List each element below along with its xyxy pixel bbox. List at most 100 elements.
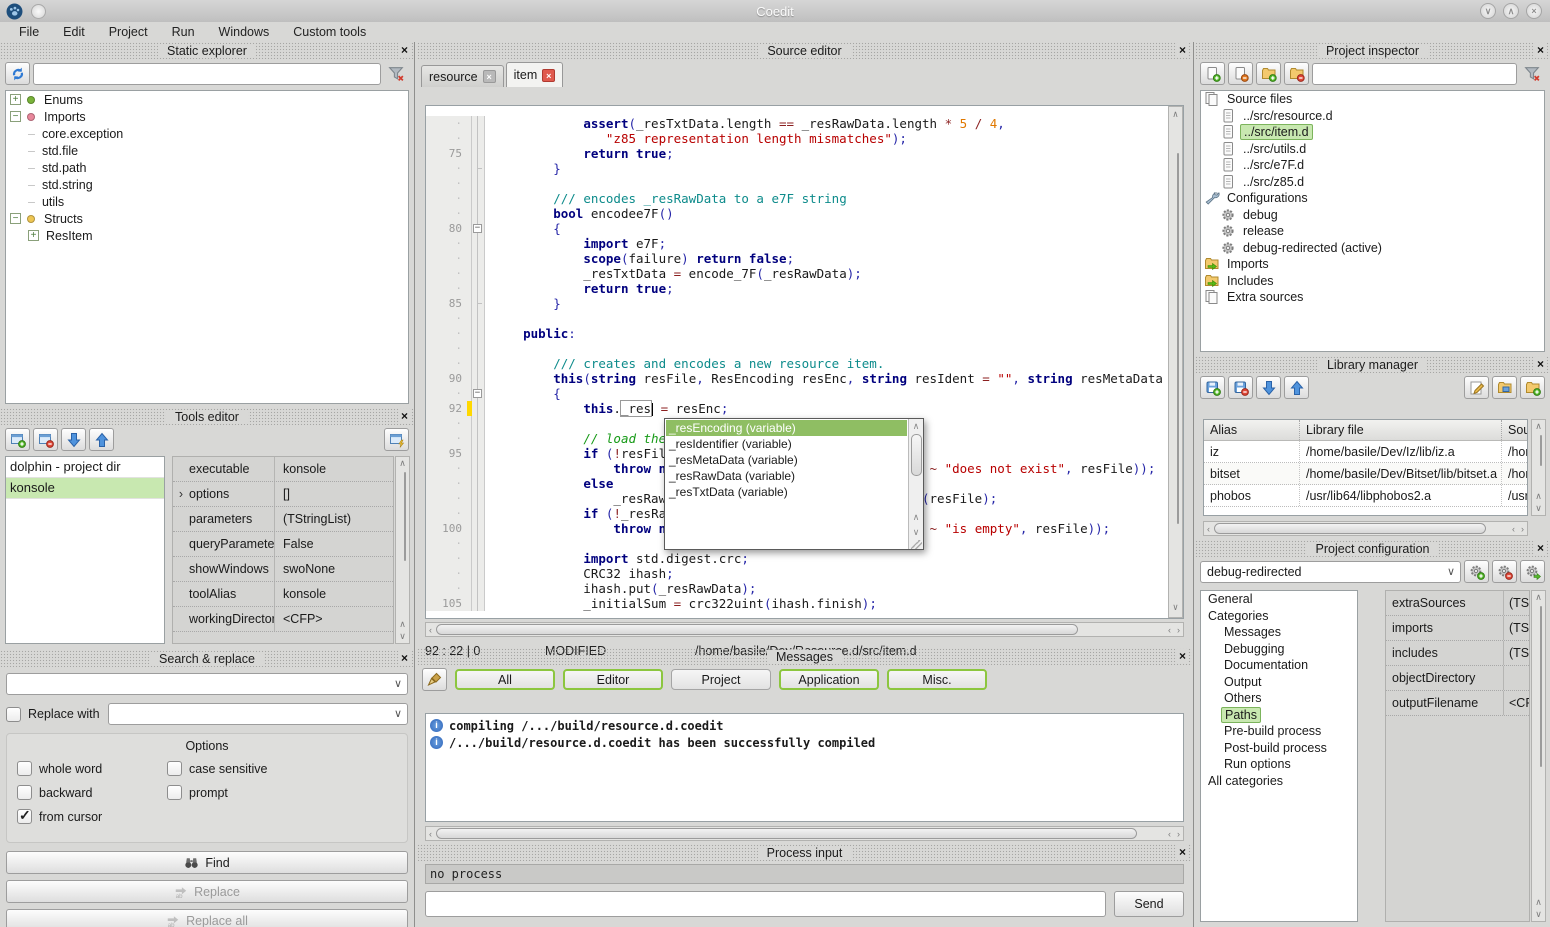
titlebar-extra-button[interactable] xyxy=(31,4,46,19)
send-button[interactable]: Send xyxy=(1114,891,1184,917)
symbol-tree-item-enums[interactable]: +Enums xyxy=(6,91,408,108)
filter-icon[interactable] xyxy=(384,62,409,85)
checkbox-prompt[interactable] xyxy=(167,785,182,800)
configuration-selector[interactable]: debug-redirected∨ xyxy=(1200,561,1461,583)
library-row-bitset[interactable]: bitset/home/basile/Dev/Bitset/lib/bitset… xyxy=(1204,463,1527,485)
fold-column[interactable] xyxy=(472,371,485,386)
add-folder-button[interactable] xyxy=(1256,62,1281,85)
fold-column[interactable] xyxy=(472,461,485,476)
fold-column[interactable] xyxy=(472,266,485,281)
remove-tool-button[interactable] xyxy=(33,428,58,451)
code-line[interactable]: 85 } xyxy=(426,296,1168,311)
config-category-run-options[interactable]: Run options xyxy=(1201,756,1357,773)
code-line[interactable]: · bool encodee7F() xyxy=(426,206,1168,221)
close-icon[interactable]: × xyxy=(1526,3,1542,19)
option-whole-word[interactable]: whole word xyxy=(17,761,167,776)
project-tree-item-src-z85-d[interactable]: ../src/z85.d xyxy=(1201,174,1544,191)
library-from-folder-button[interactable] xyxy=(1492,376,1517,399)
close-icon[interactable]: × xyxy=(399,43,410,57)
config-category-messages[interactable]: Messages xyxy=(1201,624,1357,641)
editor-vertical-scrollbar[interactable]: ∧∨ xyxy=(1168,106,1183,618)
menu-item-file[interactable]: File xyxy=(8,23,50,41)
fold-column[interactable] xyxy=(472,446,485,461)
property-row-parameters[interactable]: parameters(TStringList) xyxy=(173,507,393,532)
column-header-library-file[interactable]: Library file xyxy=(1300,420,1502,440)
tools-grid-scrollbar[interactable]: ∧∧∨ xyxy=(395,456,410,644)
move-up-icon[interactable] xyxy=(89,428,114,451)
config-category-categories[interactable]: Categories xyxy=(1201,608,1357,625)
property-value[interactable]: False xyxy=(275,537,393,551)
menu-item-project[interactable]: Project xyxy=(98,23,159,41)
maximize-icon[interactable]: ∧ xyxy=(1503,3,1519,19)
project-tree-item-debug[interactable]: debug xyxy=(1201,207,1544,224)
project-tree-item-configurations[interactable]: Configurations xyxy=(1201,190,1544,207)
messages-horizontal-scrollbar[interactable]: ‹‹› xyxy=(425,826,1184,841)
property-value[interactable]: <CFP> xyxy=(1504,696,1529,710)
add-folder-library-button[interactable] xyxy=(1520,376,1545,399)
fold-column[interactable] xyxy=(472,146,485,161)
minimize-icon[interactable]: ∨ xyxy=(1480,3,1496,19)
code-line[interactable]: · } xyxy=(426,161,1168,176)
completion-item-resencoding[interactable]: _resEncoding (variable) xyxy=(666,420,907,436)
option-prompt[interactable]: prompt xyxy=(167,785,397,800)
checkbox-backward[interactable] xyxy=(17,785,32,800)
code-line[interactable]: 92 this._res = resEnc; xyxy=(426,401,1168,416)
fold-column[interactable] xyxy=(472,416,485,431)
code-line[interactable]: · CRC32 ihash; xyxy=(426,566,1168,581)
message-item[interactable]: icompiling /.../build/resource.d.coedit xyxy=(430,717,1179,734)
code-line[interactable]: · "z85 representation length mismatches"… xyxy=(426,131,1168,146)
completion-item-residentifier[interactable]: _resIdentifier (variable) xyxy=(666,436,907,452)
fold-column[interactable] xyxy=(472,161,485,176)
property-value[interactable]: (TStringList) xyxy=(1504,621,1529,635)
symbol-tree-item-std-file[interactable]: –std.file xyxy=(6,142,408,159)
message-filter-all[interactable]: All xyxy=(455,669,555,690)
code-line[interactable]: · /// creates and encodes a new resource… xyxy=(426,356,1168,371)
remove-library-button[interactable] xyxy=(1228,376,1253,399)
fold-column[interactable]: − xyxy=(472,386,485,401)
property-value[interactable]: swoNone xyxy=(275,562,393,576)
fold-column[interactable] xyxy=(472,581,485,596)
property-row-showwindows[interactable]: showWindowsswoNone xyxy=(173,557,393,582)
checkbox-whole-word[interactable] xyxy=(17,761,32,776)
code-line[interactable]: · import std.digest.crc; xyxy=(426,551,1168,566)
fold-column[interactable] xyxy=(472,296,485,311)
column-header-sources[interactable]: Sources xyxy=(1502,420,1528,440)
completion-popup[interactable]: _resEncoding (variable)_resIdentifier (v… xyxy=(664,418,924,550)
code-line[interactable]: ·− { xyxy=(426,386,1168,401)
property-value[interactable]: [] xyxy=(275,487,393,501)
project-tree-item-source-files[interactable]: Source files xyxy=(1201,91,1544,108)
close-icon[interactable]: × xyxy=(1177,649,1188,663)
tab-resource[interactable]: resource× xyxy=(421,65,504,87)
move-up-icon[interactable] xyxy=(1284,376,1309,399)
replace-term-combobox[interactable]: ∨ xyxy=(108,703,408,725)
property-row-toolalias[interactable]: toolAliaskonsole xyxy=(173,582,393,607)
code-line[interactable]: · assert(_resTxtData.length == _resRawDa… xyxy=(426,116,1168,131)
fold-column[interactable] xyxy=(472,116,485,131)
option-case-sensitive[interactable]: case sensitive xyxy=(167,761,397,776)
expander-icon[interactable]: − xyxy=(10,111,21,122)
close-icon[interactable]: × xyxy=(399,409,410,423)
config-category-output[interactable]: Output xyxy=(1201,674,1357,691)
replace-button[interactable]: abReplace xyxy=(6,880,408,903)
config-category-post-build-process[interactable]: Post-build process xyxy=(1201,740,1357,757)
config-category-debugging[interactable]: Debugging xyxy=(1201,641,1357,658)
edit-library-button[interactable] xyxy=(1464,376,1489,399)
symbol-tree-item-std-path[interactable]: –std.path xyxy=(6,159,408,176)
tool-list-item-konsole[interactable]: konsole xyxy=(6,478,164,499)
tab-close-icon[interactable]: × xyxy=(483,70,496,83)
code-editor[interactable]: · assert(_resTxtData.length == _resRawDa… xyxy=(425,105,1184,619)
fold-column[interactable] xyxy=(472,251,485,266)
panel-splitter-right[interactable] xyxy=(1193,42,1194,927)
close-icon[interactable]: × xyxy=(1535,357,1546,371)
message-filter-application[interactable]: Application xyxy=(779,669,879,690)
project-tree-item-includes[interactable]: Includes xyxy=(1201,273,1544,290)
refresh-button[interactable] xyxy=(5,62,30,85)
symbol-tree-item-core-exception[interactable]: –core.exception xyxy=(6,125,408,142)
inspector-filter-input[interactable] xyxy=(1312,63,1517,85)
expander-icon[interactable]: + xyxy=(10,94,21,105)
menu-item-run[interactable]: Run xyxy=(161,23,206,41)
config-category-paths[interactable]: Paths xyxy=(1201,707,1357,724)
option-backward[interactable]: backward xyxy=(17,785,167,800)
property-value[interactable]: <CFP> xyxy=(275,612,393,626)
close-icon[interactable]: × xyxy=(1535,541,1546,555)
